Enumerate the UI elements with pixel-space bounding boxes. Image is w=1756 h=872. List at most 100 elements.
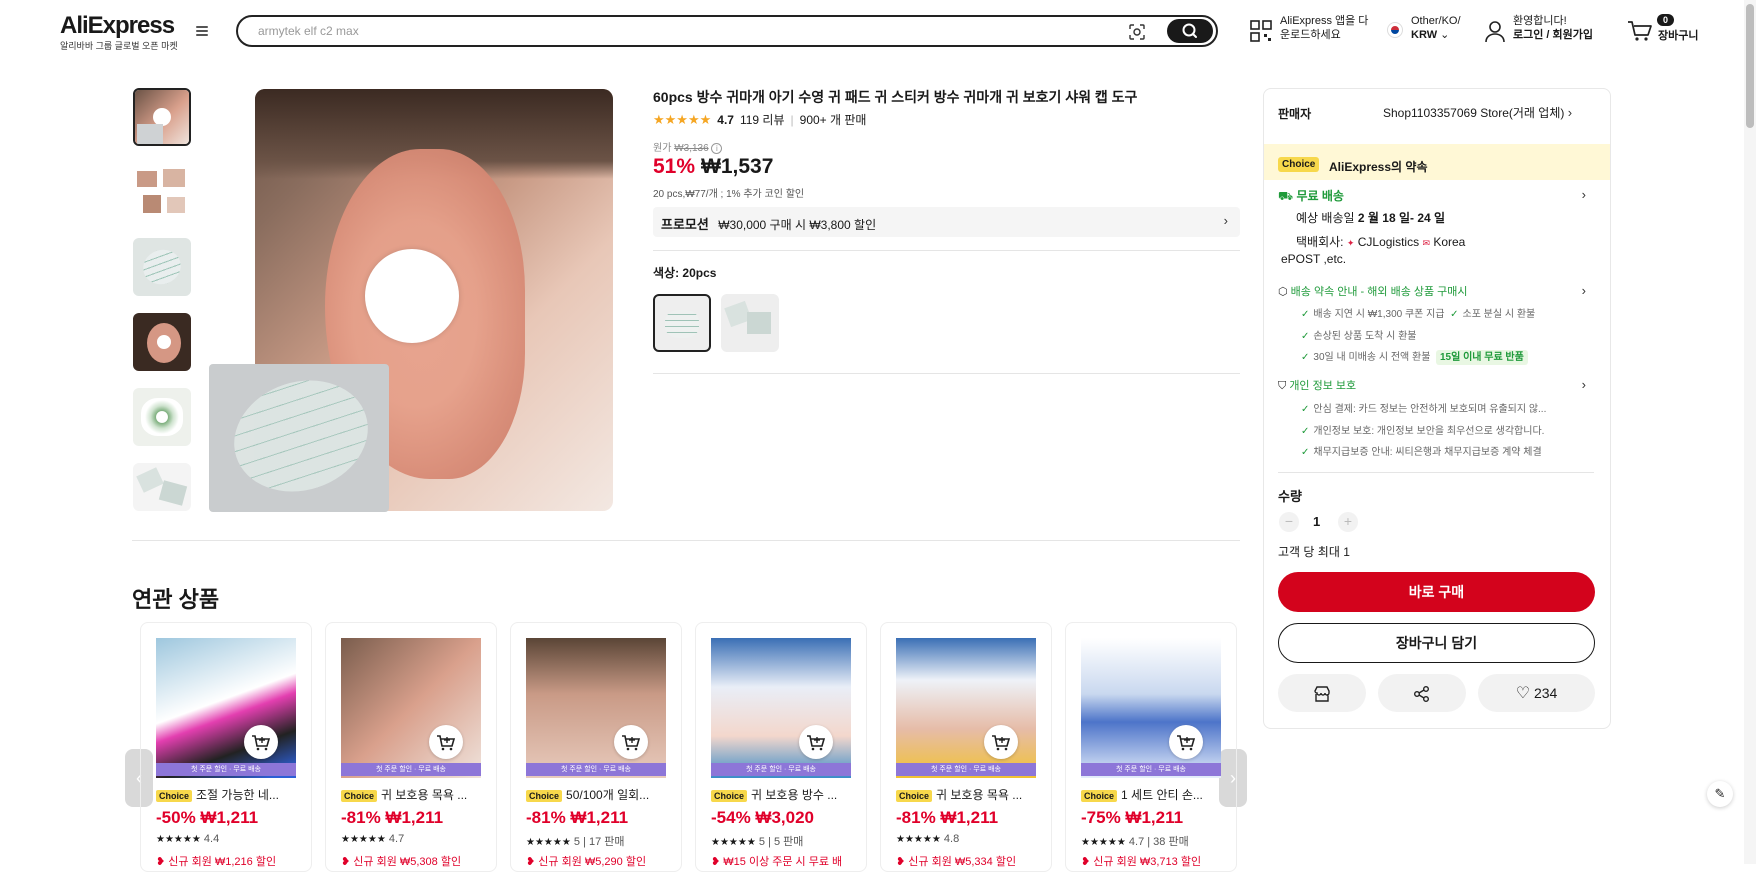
add-cart-circle-button[interactable]: [244, 725, 278, 759]
store-button[interactable]: [1278, 674, 1366, 712]
currency-label: KRW: [1411, 29, 1438, 41]
delivery-prefix: 예상 배송일: [1296, 211, 1355, 225]
promise-item-row-1: ✓ 배송 지연 시 ₩1,300 쿠폰 지급 ✓ 소포 분실 시 환불: [1301, 309, 1536, 320]
thumbnail-3[interactable]: [133, 238, 191, 296]
free-shipping-row[interactable]: ⛟ 무료 배송 ›: [1278, 187, 1594, 205]
image-search-icon[interactable]: [1128, 23, 1146, 41]
thumbnail-5[interactable]: [133, 388, 191, 446]
related-product-card[interactable]: 첫 주문 할인 · 무료 배송 Choice 1 세트 안티 손... -75% ₩1…: [1065, 622, 1237, 872]
product-name-text: 50/100개 일회...: [566, 788, 650, 802]
buy-now-button[interactable]: 바로 구매: [1278, 572, 1595, 612]
price: ₩1,211: [1125, 808, 1184, 827]
add-to-cart-button[interactable]: 장바구니 담기: [1278, 623, 1595, 663]
related-product-rating: ★★★★★ 4.7: [341, 833, 404, 845]
add-cart-circle-button[interactable]: [984, 725, 1018, 759]
scrollbar[interactable]: [1744, 0, 1756, 864]
rating: 4.7: [388, 833, 405, 845]
related-product-name[interactable]: Choice 50/100개 일회...: [526, 786, 676, 803]
qr-code-icon[interactable]: [1249, 19, 1273, 43]
add-cart-circle-button[interactable]: [429, 725, 463, 759]
scrollbar-thumb[interactable]: [1746, 4, 1754, 128]
quantity-value[interactable]: 1: [1313, 514, 1320, 529]
add-cart-circle-button[interactable]: [1169, 725, 1203, 759]
add-cart-circle-button[interactable]: [614, 725, 648, 759]
promise-item: 소포 분실 시 환불: [1462, 309, 1536, 320]
cart-label[interactable]: 장바구니: [1658, 29, 1698, 43]
choice-tag: Choice: [526, 790, 563, 802]
coupon-text: 신규 회원 ₩5,290 할인: [538, 856, 647, 868]
add-to-cart-icon: [807, 735, 826, 751]
epost-logo-icon: ✉: [1422, 238, 1430, 248]
info-icon[interactable]: i: [711, 143, 723, 154]
add-to-cart-icon: [252, 735, 271, 751]
sold: | 17 판매: [583, 836, 625, 848]
original-price-label: 원가: [653, 143, 672, 154]
quantity-increase-button[interactable]: +: [1338, 512, 1358, 532]
star-rating-icon: ★★★★★: [896, 834, 941, 845]
promise-item: 배송 지연 시 ₩1,300 쿠폰 지급: [1313, 309, 1445, 320]
search-button[interactable]: [1167, 19, 1213, 43]
discount: -81%: [341, 808, 381, 827]
carrier-2: Korea: [1433, 235, 1466, 249]
edit-icon[interactable]: ✎: [1707, 781, 1733, 807]
privacy-item: ✓ 개인정보 보호: 개인정보 보안을 최우선으로 생각합니다.: [1301, 426, 1545, 437]
quantity-decrease-button[interactable]: −: [1279, 512, 1299, 532]
promise-title: 배송 약속 안내 - 해외 배송 상품 구매시: [1290, 286, 1468, 298]
add-cart-circle-button[interactable]: [799, 725, 833, 759]
carrier-row: 택배회사: ✦ CJLogistics ✉ Korea: [1296, 233, 1465, 250]
share-button[interactable]: [1378, 674, 1466, 712]
related-product-name[interactable]: Choice 귀 보호용 방수 ...: [711, 786, 861, 803]
privacy-row[interactable]: ⛉ 개인 정보 보호 ›: [1278, 377, 1594, 393]
delivery-promise-row[interactable]: ⬡ 배송 약속 안내 - 해외 배송 상품 구매시 ›: [1278, 283, 1594, 299]
related-product-name[interactable]: Choice 1 세트 안티 손...: [1081, 786, 1231, 803]
coupon-text: 신규 회원 ₩1,216 할인: [168, 856, 277, 868]
divider: [653, 373, 1240, 374]
locale-selector[interactable]: Other/KO/ KRW ⌄: [1411, 14, 1461, 42]
thumbnail-6[interactable]: [133, 463, 191, 511]
related-product-card[interactable]: 첫 주문 할인 · 무료 배송 Choice 귀 보호용 목욕 ... -81% ₩1…: [880, 622, 1052, 872]
coupon-text: 신규 회원 ₩3,713 할인: [1093, 856, 1202, 868]
promotion-banner[interactable]: 프로모션 ₩30,000 구매 시 ₩3,800 할인 ›: [653, 207, 1240, 237]
related-product-name[interactable]: Choice 귀 보호용 목욕 ...: [341, 786, 491, 803]
user-icon[interactable]: [1484, 19, 1506, 43]
related-product-price: -75% ₩1,211: [1081, 808, 1183, 828]
related-product-name[interactable]: Choice 귀 보호용 목욕 ...: [896, 786, 1046, 803]
seller-label: 판매자: [1278, 107, 1312, 121]
menu-icon[interactable]: [194, 24, 210, 40]
thumbnail-2[interactable]: [133, 163, 191, 221]
related-product-card[interactable]: 첫 주문 할인 · 무료 배송 Choice 귀 보호용 목욕 ... -81% ₩1…: [325, 622, 497, 872]
first-order-strip: 첫 주문 할인 · 무료 배송: [1081, 763, 1221, 776]
thumbnail-1[interactable]: [133, 88, 191, 146]
cart-icon[interactable]: [1627, 19, 1653, 43]
color-option-20pcs[interactable]: [653, 294, 711, 352]
color-option-2[interactable]: [721, 294, 779, 352]
download-app-link[interactable]: AliExpress 앱을 다 운로드하세요: [1280, 14, 1368, 42]
thumbnail-4[interactable]: [133, 313, 191, 371]
related-product-card[interactable]: 첫 주문 할인 · 무료 배송 Choice 50/100개 일회... -81% ₩…: [510, 622, 682, 872]
search-input[interactable]: armytek elf c2 max: [258, 24, 359, 38]
heart-icon: ♡: [1515, 685, 1531, 702]
store-link[interactable]: Shop1103357069 Store(거래 업체) ›: [1383, 104, 1572, 121]
rating: 4.7: [1128, 836, 1145, 848]
related-product-card[interactable]: 첫 주문 할인 · 무료 배송 Choice 귀 보호용 방수 ... -54% ₩3…: [695, 622, 867, 872]
wishlist-button[interactable]: ♡ 234: [1478, 674, 1595, 712]
rating-value: 4.7: [717, 112, 734, 127]
related-product-name[interactable]: Choice 조절 가능한 네...: [156, 786, 306, 803]
related-product-coupon: ❥ 신규 회원 ₩1,216 할인: [156, 853, 276, 869]
delivery-row: 예상 배송일 2 월 18 일- 24 일: [1296, 209, 1445, 226]
account-link[interactable]: 환영합니다! 로그인 / 회원가입: [1513, 14, 1593, 42]
package-inset-image: [209, 364, 389, 512]
search-bar[interactable]: armytek elf c2 max: [236, 15, 1218, 47]
star-rating-icon: ★★★★★: [653, 111, 712, 127]
promise-item-row-3: ✓ 30일 내 미배송 시 전액 환불 15일 이내 무료 반품: [1301, 348, 1528, 365]
first-order-strip: 첫 주문 할인 · 무료 배송: [896, 763, 1036, 776]
aliexpress-logo[interactable]: AliExpress 알리바바 그룹 글로벌 오픈 마켓: [60, 12, 178, 52]
related-product-coupon: ❥ 신규 회원 ₩3,713 할인: [1081, 853, 1201, 869]
divider: [1278, 472, 1594, 473]
flame-icon: ❥: [1081, 856, 1091, 868]
star-rating-icon: ★★★★★: [156, 834, 201, 845]
related-product-card[interactable]: 첫 주문 할인 · 무료 배송 Choice 조절 가능한 네... -50% ₩1,…: [140, 622, 312, 872]
add-to-cart-icon: [1177, 735, 1196, 751]
review-count[interactable]: 119 리뷰: [740, 111, 785, 128]
add-to-cart-icon: [992, 735, 1011, 751]
